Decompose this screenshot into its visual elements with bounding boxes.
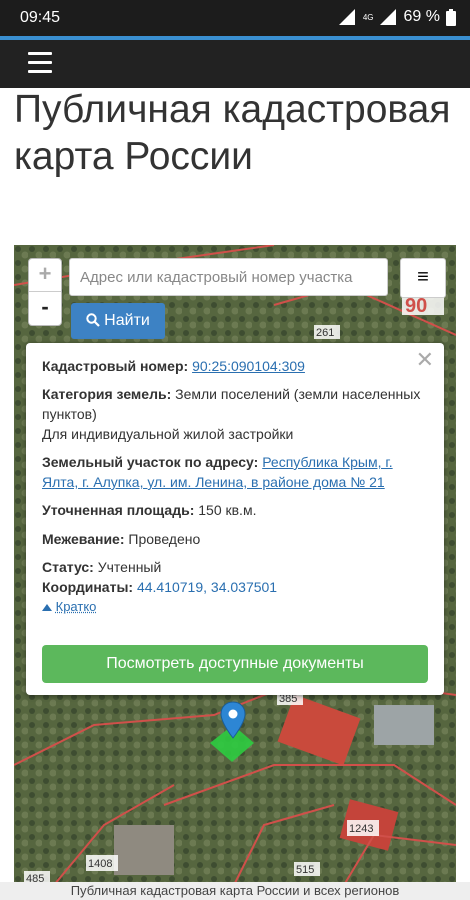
coordinates-label: Координаты: [42, 579, 134, 595]
land-usage: Для индивидуальной жилой застройки [42, 426, 294, 442]
caret-up-icon [42, 604, 52, 611]
cadastral-number-link[interactable]: 90:25:090104:309 [192, 358, 305, 374]
status-time: 09:45 [20, 9, 61, 26]
parcel-label: 515 [296, 864, 314, 876]
battery-percent: 69 % [403, 8, 440, 25]
layers-menu-button[interactable]: ≡ [400, 258, 446, 298]
signal-4g-icon [379, 9, 396, 25]
survey-row: Межевание: Проведено [42, 529, 432, 549]
area-row: Уточненная площадь: 150 кв.м. [42, 500, 432, 520]
address-row: Земельный участок по адресу: Республика … [42, 452, 432, 492]
hamburger-menu-icon[interactable] [28, 52, 52, 74]
survey-label: Межевание: [42, 531, 125, 547]
parcel-label: 1243 [349, 823, 373, 835]
status-label: Статус: [42, 559, 94, 575]
map-marker-icon[interactable] [220, 701, 246, 739]
view-documents-button[interactable]: Посмотреть доступные документы [42, 645, 428, 683]
brief-toggle[interactable]: Кратко [42, 597, 432, 617]
area-value: 150 кв.м. [198, 502, 257, 518]
survey-value: Проведено [128, 531, 201, 547]
parcel-label: 90 [405, 295, 427, 317]
zoom-control: + - [28, 258, 62, 326]
parcel-label: 261 [316, 327, 334, 339]
cadastral-number-row: Кадастровый номер: 90:25:090104:309 [42, 356, 432, 376]
zoom-in-button[interactable]: + [29, 259, 61, 292]
status-bar: 09:45 4G 69 % [0, 0, 470, 36]
land-category-label: Категория земель: [42, 386, 172, 402]
navbar [0, 40, 470, 88]
battery-icon [446, 8, 456, 26]
status-value: Учтенный [97, 559, 162, 575]
search-icon [86, 313, 100, 327]
parcel-info-popup: ✕ Кадастровый номер: 90:25:090104:309 Ка… [26, 343, 444, 695]
brief-toggle-label: Кратко [55, 599, 97, 614]
cadastral-number-label: Кадастровый номер: [42, 358, 189, 374]
area-label: Уточненная площадь: [42, 502, 195, 518]
zoom-out-button[interactable]: - [29, 292, 61, 324]
parcel-label: 1408 [88, 858, 112, 870]
network-label: 4G [362, 12, 374, 22]
status-icons: 4G 69 % [338, 8, 456, 26]
search-button-label: Найти [104, 312, 150, 329]
address-label: Земельный участок по адресу: [42, 454, 259, 470]
footer-text: Публичная кадастровая карта России и все… [0, 882, 470, 900]
coordinates-value: 44.410719, 34.037501 [136, 579, 278, 595]
search-button[interactable]: Найти [71, 303, 165, 339]
cadastral-map[interactable]: 90 261 385 1243 1408 515 485 + - ≡ Найти… [14, 245, 456, 885]
land-category-row: Категория земель: Земли поселений (земли… [42, 384, 432, 424]
search-input[interactable] [69, 258, 388, 296]
status-row: Статус: Учтенный [42, 557, 432, 577]
page-title: Публичная кадастровая карта России [14, 88, 451, 178]
signal-icon [338, 9, 355, 25]
coordinates-row: Координаты: 44.410719, 34.037501 [42, 577, 432, 597]
